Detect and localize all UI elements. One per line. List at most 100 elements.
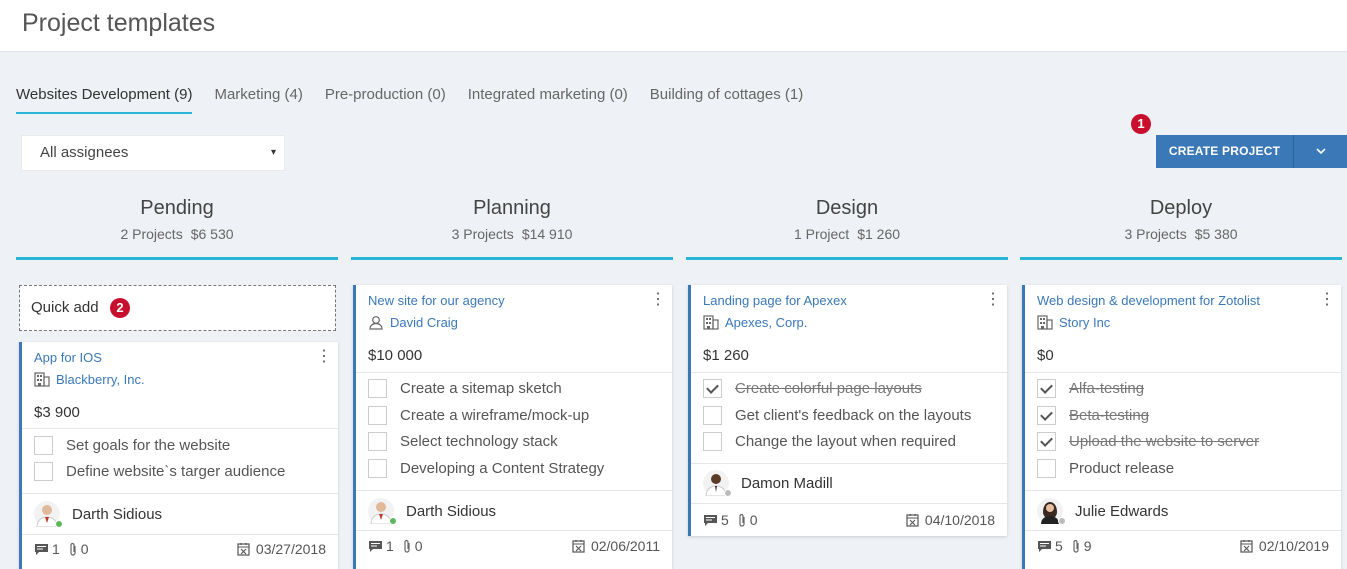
- task-checkbox-checked[interactable]: [703, 378, 722, 398]
- task-text: Change the layout when required: [735, 432, 956, 450]
- task-item: Select technology stack: [368, 430, 558, 452]
- quick-add-field[interactable]: Quick add 2: [19, 285, 336, 331]
- project-card[interactable]: Web design & development for Zotolist ⋮ …: [1022, 285, 1341, 569]
- attachments-count[interactable]: 0: [68, 541, 97, 557]
- client-link[interactable]: Story Inc: [1037, 315, 1110, 330]
- due-date[interactable]: 02/06/2011: [572, 538, 660, 554]
- task-item: Change the layout when required: [703, 430, 956, 452]
- task-checkbox[interactable]: [703, 431, 722, 451]
- avatar: [1037, 498, 1066, 525]
- project-amount: $3 900: [34, 404, 80, 421]
- client-name: David Craig: [390, 315, 458, 330]
- divider: [22, 534, 338, 535]
- task-checkbox-checked[interactable]: [1037, 378, 1056, 398]
- more-vertical-icon[interactable]: ⋮: [650, 292, 666, 308]
- attachments-count[interactable]: 0: [402, 538, 431, 554]
- due-date[interactable]: 02/10/2019: [1240, 538, 1329, 554]
- more-vertical-icon[interactable]: ⋮: [1319, 292, 1335, 308]
- due-date[interactable]: 04/10/2018: [906, 512, 995, 528]
- paperclip-icon: [1073, 539, 1079, 553]
- task-item: Create a sitemap sketch: [368, 377, 562, 399]
- comments-count[interactable]: 1: [368, 538, 402, 554]
- task-checkbox[interactable]: [34, 435, 53, 455]
- task-text: Product release: [1069, 459, 1175, 477]
- tab-pre-production[interactable]: Pre-production (0): [325, 84, 446, 114]
- assignee-name: Julie Edwards: [1075, 502, 1169, 520]
- client-link[interactable]: Blackberry, Inc.: [34, 372, 145, 387]
- due-date[interactable]: 03/27/2018: [237, 541, 326, 557]
- project-title-link[interactable]: Web design & development for Zotolist: [1037, 293, 1260, 308]
- column-header-pending: Pending 2 Projects $6 530: [16, 196, 338, 260]
- assignee-name: Darth Sidious: [72, 505, 163, 523]
- task-item: Define website`s targer audience: [34, 460, 285, 482]
- task-checkbox[interactable]: [368, 458, 387, 478]
- chevron-down-icon: [1315, 148, 1326, 155]
- paperclip-icon: [70, 542, 76, 556]
- task-checkbox[interactable]: [1037, 458, 1056, 478]
- tab-marketing[interactable]: Marketing (4): [214, 84, 302, 114]
- task-checkbox[interactable]: [368, 431, 387, 451]
- building-icon: [1037, 315, 1053, 330]
- caret-down-icon: ▾: [270, 147, 276, 158]
- column-project-count: 3 Projects: [1124, 226, 1187, 242]
- tab-building-of-cottages[interactable]: Building of cottages (1): [650, 84, 803, 114]
- project-amount: $10 000: [368, 347, 423, 364]
- project-title-link[interactable]: Landing page for Apexex: [703, 293, 847, 308]
- column-stats: 3 Projects $14 910: [351, 226, 673, 242]
- project-card[interactable]: App for IOS ⋮ Blackberry, Inc. $3 900 Se…: [19, 342, 338, 569]
- avatar: [703, 470, 732, 497]
- task-checkbox[interactable]: [703, 405, 722, 425]
- task-text: Create colorful page layouts: [735, 379, 922, 397]
- assignee[interactable]: Darth Sidious: [368, 498, 497, 525]
- more-vertical-icon[interactable]: ⋮: [985, 292, 1001, 308]
- task-checkbox-checked[interactable]: [1037, 431, 1056, 451]
- comments-count[interactable]: 5: [1037, 538, 1071, 554]
- calendar-icon: [1240, 540, 1253, 553]
- task-text: Define website`s targer audience: [66, 462, 286, 480]
- assignees-filter-select[interactable]: All assignees ▾: [21, 135, 285, 171]
- comments-count[interactable]: 1: [34, 541, 68, 557]
- comments-count[interactable]: 5: [703, 512, 737, 528]
- task-item: Beta-testing: [1037, 404, 1149, 426]
- column-title: Pending: [140, 197, 214, 219]
- column-header-deploy: Deploy 3 Projects $5 380: [1020, 196, 1342, 260]
- divider: [22, 428, 338, 429]
- assignee[interactable]: Julie Edwards: [1037, 498, 1169, 525]
- hint-badge-2: 2: [110, 298, 130, 318]
- task-checkbox[interactable]: [368, 405, 387, 425]
- assignee[interactable]: Damon Madill: [703, 470, 833, 497]
- project-card[interactable]: Landing page for Apexex ⋮ Apexes, Corp. …: [688, 285, 1007, 536]
- task-text: Create a wireframe/mock-up: [400, 406, 590, 424]
- tab-integrated-marketing[interactable]: Integrated marketing (0): [468, 84, 628, 114]
- task-checkbox-checked[interactable]: [1037, 405, 1056, 425]
- assignee[interactable]: Darth Sidious: [34, 501, 163, 528]
- assignee-name: Darth Sidious: [406, 502, 497, 520]
- more-vertical-icon[interactable]: ⋮: [316, 349, 332, 365]
- paperclip-icon: [404, 539, 410, 553]
- client-link[interactable]: David Craig: [368, 315, 458, 330]
- card-footer: 5 9 02/10/2019: [1037, 537, 1329, 555]
- assignees-filter-value: All assignees: [40, 144, 129, 161]
- task-checkbox[interactable]: [34, 461, 53, 481]
- tab-websites-development[interactable]: Websites Development (9): [16, 84, 193, 114]
- divider: [691, 372, 1007, 373]
- column-title: Design: [815, 197, 879, 219]
- divider: [22, 493, 338, 494]
- project-title-link[interactable]: App for IOS: [34, 350, 102, 365]
- project-title-link[interactable]: New site for our agency: [368, 293, 505, 308]
- comment-icon: [1038, 540, 1051, 552]
- project-amount: $0: [1037, 347, 1054, 364]
- calendar-icon: [572, 540, 585, 553]
- task-item: Create a wireframe/mock-up: [368, 404, 589, 426]
- task-checkbox[interactable]: [368, 378, 387, 398]
- divider: [356, 372, 672, 373]
- attachments-count[interactable]: 0: [737, 512, 766, 528]
- create-project-button[interactable]: CREATE PROJECT: [1156, 135, 1294, 168]
- attachments-count[interactable]: 9: [1071, 538, 1100, 554]
- column-header-planning: Planning 3 Projects $14 910: [351, 196, 673, 260]
- hint-badge-1: 1: [1131, 114, 1151, 134]
- create-project-dropdown-button[interactable]: [1294, 135, 1347, 168]
- client-link[interactable]: Apexes, Corp.: [703, 315, 807, 330]
- column-sum: $1 260: [857, 226, 901, 242]
- project-card[interactable]: New site for our agency ⋮ David Craig $1…: [353, 285, 672, 569]
